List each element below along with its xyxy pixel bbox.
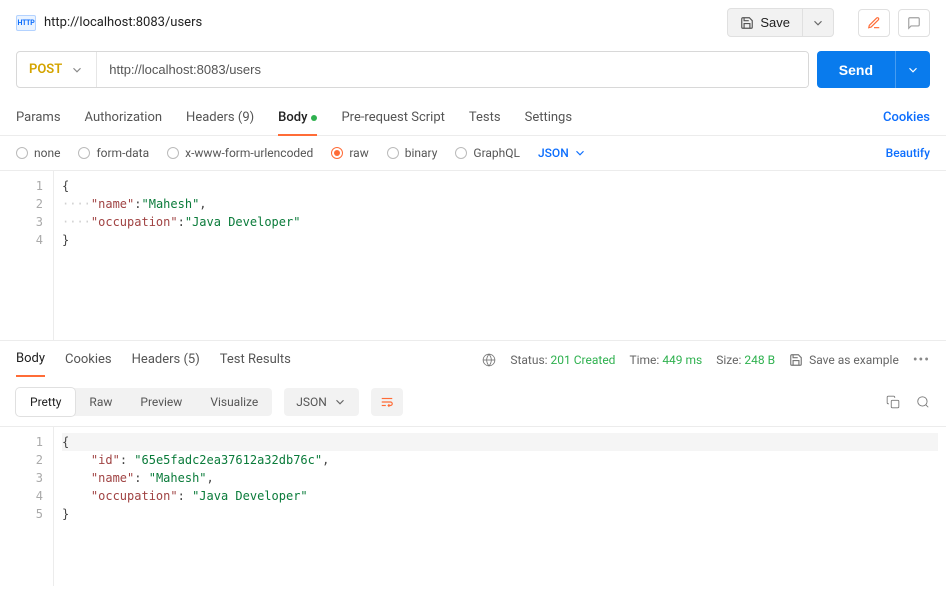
tab-params[interactable]: Params: [16, 100, 61, 135]
seg-preview[interactable]: Preview: [126, 388, 196, 416]
send-button-label: Send: [839, 62, 873, 78]
request-url-bar: POST: [16, 51, 809, 88]
chevron-down-icon: [906, 63, 920, 77]
body-changed-indicator: [311, 115, 317, 121]
response-format-dropdown[interactable]: JSON: [284, 388, 359, 416]
tab-settings[interactable]: Settings: [525, 100, 572, 135]
request-title: http://localhost:8083/users: [44, 15, 202, 30]
save-icon: [789, 353, 803, 367]
response-view-segment: Pretty Raw Preview Visualize: [16, 388, 272, 416]
wrap-lines-button[interactable]: [371, 388, 403, 416]
response-tab-body[interactable]: Body: [16, 341, 45, 378]
send-dropdown[interactable]: [895, 51, 930, 88]
url-input[interactable]: [97, 52, 808, 87]
body-format-dropdown[interactable]: JSON: [538, 146, 587, 160]
beautify-button[interactable]: Beautify: [886, 146, 930, 160]
response-status: Status: 201 Created: [510, 353, 615, 367]
response-tab-headers[interactable]: Headers (5): [132, 342, 200, 377]
save-dropdown[interactable]: [803, 8, 834, 37]
radio-raw[interactable]: raw: [331, 146, 368, 160]
chevron-down-icon: [811, 16, 825, 30]
copy-icon: [886, 395, 900, 409]
search-icon: [916, 395, 930, 409]
response-tab-cookies[interactable]: Cookies: [65, 342, 112, 377]
chevron-down-icon: [573, 146, 587, 160]
copy-response-button[interactable]: [886, 395, 900, 409]
request-body-editor[interactable]: 1 2 3 4 { ····"name":"Mahesh", ····"occu…: [0, 170, 946, 340]
radio-urlencoded[interactable]: x-www-form-urlencoded: [167, 146, 313, 160]
method-label: POST: [29, 62, 62, 77]
radio-none[interactable]: none: [16, 146, 60, 160]
response-body-viewer[interactable]: 1 2 3 4 5 { "id": "65e5fadc2ea37612a32db…: [0, 426, 946, 586]
pencil-icon: [867, 16, 881, 30]
save-icon: [740, 16, 754, 30]
edit-button[interactable]: [858, 9, 890, 37]
editor-gutter: 1 2 3 4: [0, 171, 54, 340]
method-selector[interactable]: POST: [17, 52, 96, 87]
radio-binary[interactable]: binary: [387, 146, 438, 160]
send-button[interactable]: Send: [817, 51, 895, 88]
save-button-label: Save: [760, 15, 790, 30]
globe-icon[interactable]: [482, 353, 496, 367]
chevron-down-icon: [70, 63, 84, 77]
response-time: Time: 449 ms: [629, 353, 702, 367]
radio-form-data[interactable]: form-data: [78, 146, 149, 160]
cookies-link[interactable]: Cookies: [883, 100, 930, 135]
comment-icon: [907, 16, 921, 30]
save-button[interactable]: Save: [727, 8, 803, 37]
editor-code[interactable]: { ····"name":"Mahesh", ····"occupation":…: [54, 171, 946, 340]
more-actions-button[interactable]: •••: [913, 352, 930, 368]
seg-raw[interactable]: Raw: [75, 388, 126, 416]
tab-prerequest[interactable]: Pre-request Script: [341, 100, 444, 135]
http-method-badge: HTTP: [16, 15, 36, 31]
response-tab-testresults[interactable]: Test Results: [220, 342, 291, 377]
response-code: { "id": "65e5fadc2ea37612a32db76c", "nam…: [54, 427, 946, 586]
seg-pretty[interactable]: Pretty: [16, 388, 75, 416]
search-response-button[interactable]: [916, 395, 930, 409]
tab-headers[interactable]: Headers (9): [186, 100, 254, 135]
response-gutter: 1 2 3 4 5: [0, 427, 54, 586]
tab-body[interactable]: Body: [278, 100, 317, 135]
tab-authorization[interactable]: Authorization: [85, 100, 163, 135]
chevron-down-icon: [333, 395, 347, 409]
wrap-icon: [380, 395, 394, 409]
tab-tests[interactable]: Tests: [469, 100, 501, 135]
radio-graphql[interactable]: GraphQL: [455, 146, 520, 160]
seg-visualize[interactable]: Visualize: [196, 388, 272, 416]
comments-button[interactable]: [898, 9, 930, 37]
response-size: Size: 248 B: [716, 353, 775, 367]
save-as-example-button[interactable]: Save as example: [789, 353, 899, 367]
